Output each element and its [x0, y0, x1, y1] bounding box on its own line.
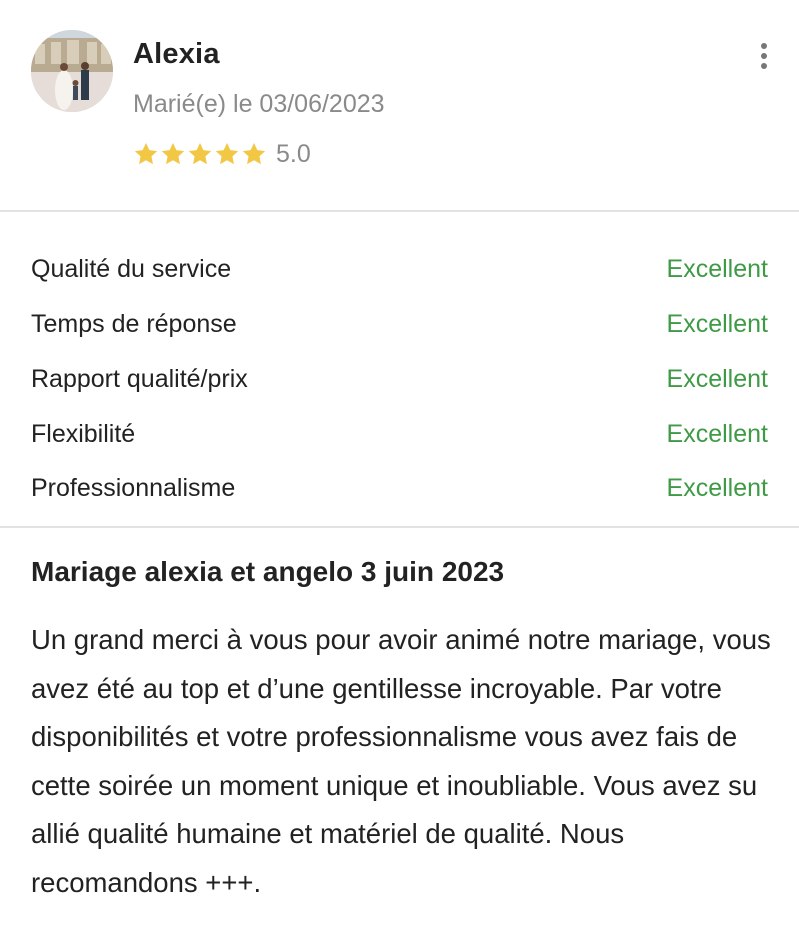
criteria-label: Qualité du service: [31, 254, 232, 283]
criteria-value: Excellent: [666, 254, 768, 283]
criteria-row: Flexibilité Excellent: [31, 414, 768, 454]
avatar[interactable]: [31, 30, 113, 112]
criteria-value: Excellent: [666, 419, 768, 448]
star-rating: [133, 141, 267, 167]
avatar-photo: [31, 30, 113, 112]
review-title: Mariage alexia et angelo 3 juin 2023: [31, 556, 505, 587]
more-vertical-icon: [761, 43, 767, 69]
star-icon: [160, 141, 186, 167]
criteria-row: Rapport qualité/prix Excellent: [31, 359, 768, 399]
review-header: Alexia Marié(e) le 03/06/2023 5.0: [0, 0, 799, 210]
criteria-label: Professionnalisme: [31, 473, 236, 502]
criteria-value: Excellent: [666, 364, 768, 393]
author-name: Alexia: [133, 38, 220, 70]
criteria-label: Flexibilité: [31, 419, 136, 448]
criteria-label: Rapport qualité/prix: [31, 364, 248, 393]
rating-value: 5.0: [276, 139, 311, 168]
more-options-button[interactable]: [752, 40, 776, 72]
review-text: Un grand merci à vous pour avoir animé n…: [31, 624, 771, 898]
married-date: Marié(e) le 03/06/2023: [133, 90, 385, 118]
criteria-row: Temps de réponse Excellent: [31, 304, 768, 344]
criteria-row: Qualité du service Excellent: [31, 249, 768, 289]
criteria-value: Excellent: [666, 473, 768, 502]
criteria-label: Temps de réponse: [31, 309, 237, 338]
star-icon: [187, 141, 213, 167]
star-icon: [241, 141, 267, 167]
criteria-value: Excellent: [666, 309, 768, 338]
rating: 5.0: [133, 138, 311, 170]
divider: [0, 526, 799, 528]
star-icon: [214, 141, 240, 167]
criteria-list: Qualité du service Excellent Temps de ré…: [0, 212, 799, 526]
star-icon: [133, 141, 159, 167]
criteria-row: Professionnalisme Excellent: [31, 468, 768, 508]
